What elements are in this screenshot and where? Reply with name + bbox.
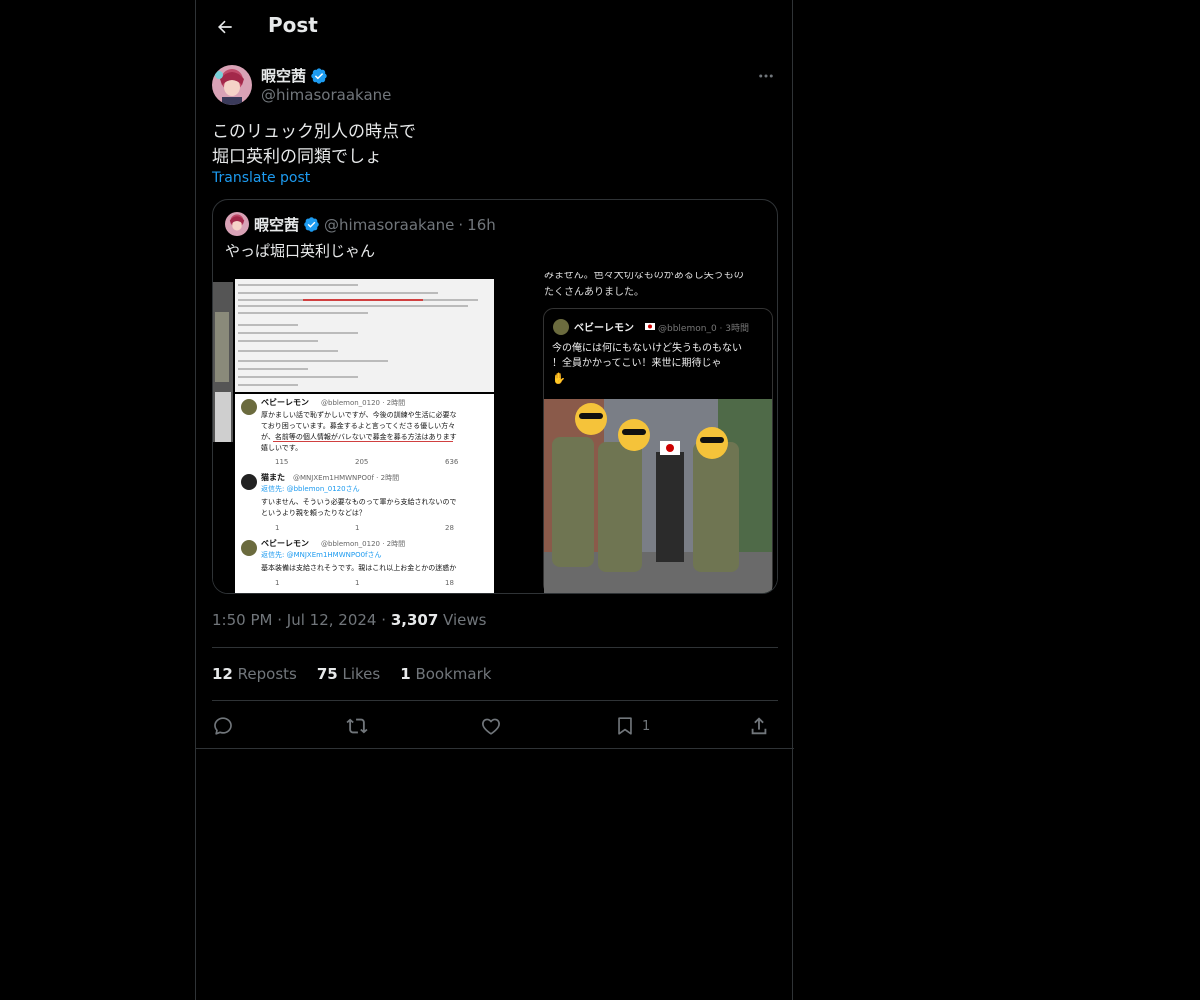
tweet2-body-line: すいません、そういう必要なものって軍から支給されないので (261, 497, 456, 506)
tweet3-count: 1 (275, 579, 279, 587)
bookmark-count: 1 (642, 718, 651, 734)
like-icon (482, 718, 500, 735)
tweet1-count: 636 (445, 458, 459, 466)
right-image-text-line: みません。色々大切なものがあるし失うもの (544, 272, 744, 281)
tweet2-count: 1 (355, 524, 359, 532)
author-name-text: 暇空茜 (261, 67, 307, 85)
tweet3-count: 1 (355, 579, 359, 587)
repost-button[interactable] (346, 712, 368, 740)
likes-label: Likes (342, 665, 381, 683)
quote-author-handle: @himasoraakane (324, 215, 455, 234)
bookmarks-label: Bookmark (415, 665, 492, 683)
tweet1-body-line: が、名前等の個人情報がバレないで募金を募る方法はあります (261, 432, 457, 441)
quote-image-right[interactable]: みません。色々大切なものがあるし失うもの たくさんありました。 ベビーレモン @… (498, 272, 777, 593)
quoted-post[interactable]: 暇空茜 @himasoraakane · 16h やっぱ堀口英利じゃん ベビーレ… (212, 199, 778, 594)
bookmark-icon (618, 717, 632, 735)
author-handle[interactable]: @himasoraakane (261, 86, 391, 104)
tweet2-body-line: というより親を頼ったりなどは？ (261, 508, 366, 517)
more-button[interactable] (754, 64, 778, 88)
svg-text:✋: ✋ (552, 372, 566, 385)
back-arrow-icon (218, 20, 232, 34)
tweet2-handle: @MNJXEm1HMWNPO0f · 2時間 (293, 474, 399, 482)
inner-tweet-handle: @bblemon_0 · 3時間 (658, 323, 749, 334)
tweet1-count: 115 (275, 458, 288, 466)
quote-header: 暇空茜 @himasoraakane · 16h (254, 214, 496, 235)
tweet3-name: ベビーレモン (261, 538, 309, 548)
back-button[interactable] (208, 10, 242, 44)
inner-tweet-name: ベビーレモン (574, 321, 634, 334)
tweet2-reply: 返信先: @bblemon_0120さん (261, 484, 360, 493)
tweet3-handle: @bblemon_0120 · 2時間 (321, 540, 405, 548)
quote-image-left[interactable]: ベビーレモン @bblemon_0120 · 2時間 厚かましい話で恥ずかしいで… (213, 272, 494, 593)
meta-separator: · (277, 611, 283, 629)
quote-text: やっぱ堀口英利じゃん (225, 242, 376, 260)
bookmark-button[interactable]: 1 (614, 712, 650, 740)
post-time[interactable]: 1:50 PM (212, 611, 272, 629)
reposts-label: Reposts (237, 665, 297, 683)
reposts-stat[interactable]: 12 Reposts (212, 665, 297, 683)
divider (196, 748, 794, 749)
reply-button[interactable] (212, 712, 234, 740)
action-bar: 1 (212, 712, 778, 740)
tweet3-body-line: 基本装備は支給されそうです。親はこれ以上お金とかの迷惑か (261, 563, 456, 572)
quote-media: ベビーレモン @bblemon_0120 · 2時間 厚かましい話で恥ずかしいで… (213, 272, 777, 593)
tweet1-name: ベビーレモン (261, 397, 309, 407)
post-date[interactable]: Jul 12, 2024 (287, 611, 377, 629)
bookmarks-count: 1 (400, 665, 411, 683)
verified-badge-icon (304, 217, 319, 232)
verified-badge-icon (311, 67, 327, 84)
repost-icon (346, 718, 368, 734)
share-icon (751, 717, 767, 735)
tweet1-body-line: 厚かましい話で恥ずかしいですが、今後の訓練や生活に必要な (261, 410, 457, 419)
like-button[interactable] (480, 712, 502, 740)
reply-icon (214, 717, 232, 735)
post-stats: 12 Reposts 75 Likes 1 Bookmark (212, 665, 491, 683)
divider (212, 647, 778, 648)
right-image-text-line: たくさんありました。 (544, 286, 644, 298)
views-label: Views (443, 611, 487, 629)
tweet3-reply: 返信先: @MNJXEm1HMWNPO0fさん (261, 550, 382, 559)
tweet1-body-line: 嬉しいです。 (261, 443, 302, 452)
author-avatar[interactable] (212, 65, 252, 105)
post-column: Post 暇空茜 @himasoraakane このリュック別人の時点で 堀口英… (195, 0, 794, 1000)
tweet3-count: 18 (445, 579, 454, 587)
bookmarks-stat[interactable]: 1 Bookmark (400, 665, 491, 683)
author-name[interactable]: 暇空茜 (261, 65, 328, 86)
quote-avatar (225, 212, 249, 236)
inner-tweet-body-line: ！全員かかってこい！来世に期待じゃ (552, 356, 722, 369)
translate-post-link[interactable]: Translate post (212, 170, 310, 186)
likes-count: 75 (316, 665, 338, 683)
tweet1-handle: @bblemon_0120 · 2時間 (321, 399, 405, 407)
meta-separator: · (381, 611, 387, 629)
quote-author-name: 暇空茜 (254, 216, 300, 234)
divider (212, 700, 778, 701)
tweet2-count: 1 (275, 524, 279, 532)
likes-stat[interactable]: 75 Likes (317, 665, 380, 683)
inner-tweet-body-line: 今の俺には何にもないけど失うものもない (552, 341, 742, 354)
reposts-count: 12 (212, 665, 233, 683)
page-title: Post (268, 13, 318, 37)
post-text-line: このリュック別人の時点で (212, 122, 416, 142)
post-meta: 1:50 PM · Jul 12, 2024 · 3,307 Views (212, 611, 486, 629)
share-button[interactable] (748, 712, 770, 740)
tweet1-count: 205 (355, 458, 368, 466)
tweet2-count: 28 (445, 524, 454, 532)
quote-timestamp: 16h (467, 215, 496, 234)
tweet1-body-line: ており困っています。募金するよと言ってくださる優しい方々 (261, 421, 455, 430)
post-header: Post (196, 0, 794, 53)
post-text-line: 堀口英利の同類でしょ (212, 147, 382, 167)
views-count: 3,307 (390, 611, 439, 629)
post-text: このリュック別人の時点で 堀口英利の同類でしょ (212, 120, 772, 170)
tweet2-name: 猫また (260, 472, 285, 482)
more-icon (759, 74, 773, 78)
quote-separator: · (458, 215, 464, 234)
